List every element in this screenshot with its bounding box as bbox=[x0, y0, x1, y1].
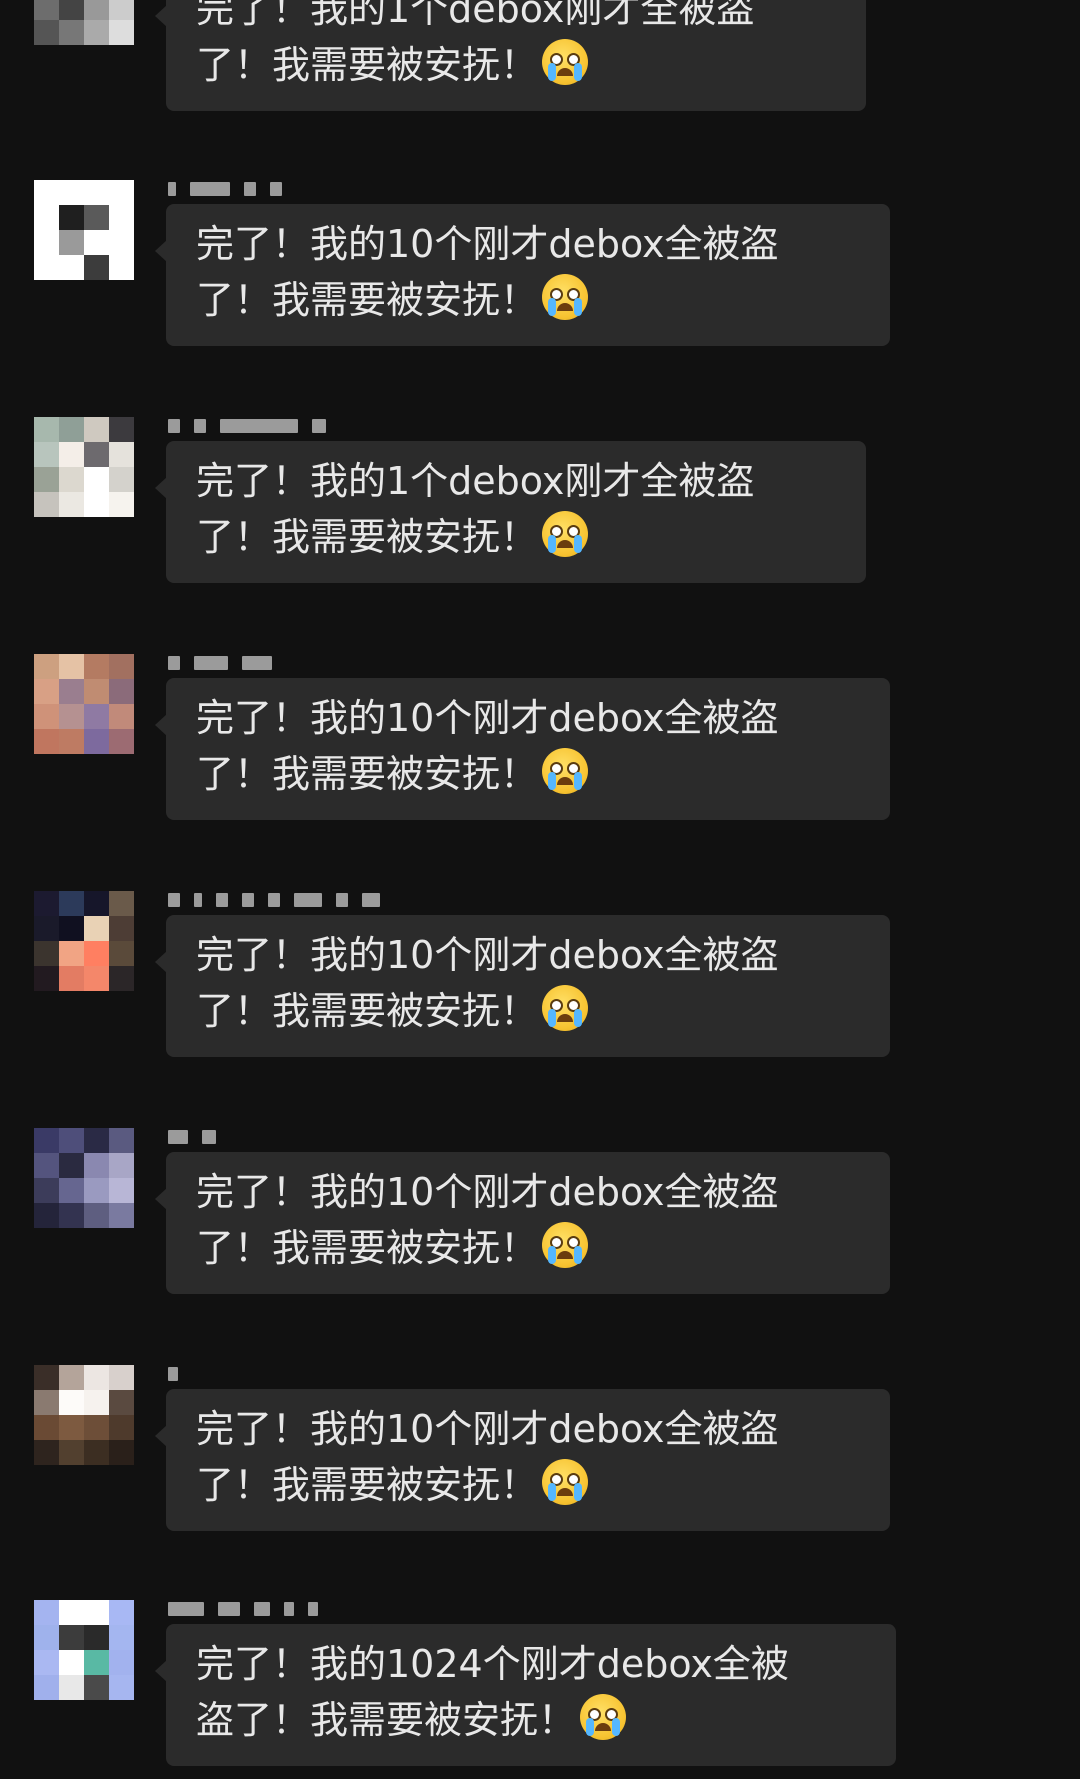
chat-message: 完了！我的10个刚才debox全被盗 了！我需要被安抚！ bbox=[0, 1365, 1080, 1602]
crying-face-icon bbox=[542, 1459, 589, 1505]
crying-face-icon bbox=[542, 274, 589, 320]
sender-name-blurred bbox=[168, 1363, 178, 1385]
crying-face-icon bbox=[542, 985, 589, 1031]
chat-message-list[interactable]: 完了！我的1个debox刚才全被盗 了！我需要被安抚！ 完了！我的10个刚才debo… bbox=[0, 0, 1080, 1779]
crying-face-icon bbox=[542, 511, 589, 557]
message-bubble[interactable]: 完了！我的1024个刚才debox全被 盗了！我需要被安抚！ bbox=[155, 1624, 896, 1766]
message-text-line-1: 完了！我的1个debox刚才全被盗 bbox=[196, 459, 755, 503]
sender-name-blurred bbox=[168, 1598, 318, 1620]
avatar[interactable] bbox=[34, 0, 134, 45]
message-bubble[interactable]: 完了！我的10个刚才debox全被盗 了！我需要被安抚！ bbox=[155, 1389, 890, 1531]
message-text: 了！我需要被安抚！ bbox=[196, 752, 539, 796]
message-text: 了！我需要被安抚！ bbox=[196, 1463, 539, 1507]
avatar[interactable] bbox=[34, 654, 134, 754]
message-text-line-1: 完了！我的10个刚才debox全被盗 bbox=[196, 933, 779, 977]
message-text: 了！我需要被安抚！ bbox=[196, 1226, 539, 1270]
message-bubble[interactable]: 完了！我的1个debox刚才全被盗了！我需要被安抚！ bbox=[155, 0, 866, 111]
message-text-line-2: 了！我需要被安抚！ bbox=[196, 1457, 862, 1513]
sender-name-blurred bbox=[168, 889, 380, 911]
message-bubble[interactable]: 完了！我的1个debox刚才全被盗 了！我需要被安抚！ bbox=[155, 441, 866, 583]
message-text: 了！我需要被安抚！ bbox=[196, 278, 539, 322]
message-bubble[interactable]: 完了！我的10个刚才debox全被盗 了！我需要被安抚！ bbox=[155, 915, 890, 1057]
chat-message: 完了！我的1个debox刚才全被盗 了！我需要被安抚！ bbox=[0, 417, 1080, 654]
message-text-line-2: 了！我需要被安抚！ bbox=[196, 746, 862, 802]
avatar[interactable] bbox=[34, 180, 134, 280]
message-text: 了！我需要被安抚！ bbox=[196, 989, 539, 1033]
crying-face-icon bbox=[542, 1222, 589, 1268]
sender-name-blurred bbox=[168, 415, 326, 437]
chat-message: 完了！我的1个debox刚才全被盗了！我需要被安抚！ bbox=[0, 0, 1080, 182]
message-text-line-2: 了！我需要被安抚！ bbox=[196, 509, 838, 565]
sender-name-blurred bbox=[168, 652, 272, 674]
message-text-line-1: 完了！我的10个刚才debox全被盗 bbox=[196, 222, 779, 266]
message-bubble[interactable]: 完了！我的10个刚才debox全被盗 了！我需要被安抚！ bbox=[155, 678, 890, 820]
message-text-line-2: 了！我需要被安抚！ bbox=[196, 37, 838, 93]
message-text: 了！我需要被安抚！ bbox=[196, 515, 539, 559]
avatar[interactable] bbox=[34, 1128, 134, 1228]
avatar[interactable] bbox=[34, 891, 134, 991]
message-text-line-1: 完了！我的10个刚才debox全被盗 bbox=[196, 1407, 779, 1451]
message-text-line-2: 盗了！我需要被安抚！ bbox=[196, 1692, 868, 1748]
chat-message: 完了！我的10个刚才debox全被盗 了！我需要被安抚！ bbox=[0, 1128, 1080, 1365]
crying-face-icon bbox=[542, 39, 589, 85]
crying-face-icon bbox=[580, 1694, 627, 1740]
avatar[interactable] bbox=[34, 417, 134, 517]
sender-name-blurred bbox=[168, 1126, 216, 1148]
message-text-line-1: 完了！我的1024个刚才debox全被 bbox=[196, 1642, 789, 1686]
message-text: 盗了！我需要被安抚！ bbox=[196, 1698, 577, 1742]
message-bubble[interactable]: 完了！我的10个刚才debox全被盗 了！我需要被安抚！ bbox=[155, 204, 890, 346]
avatar[interactable] bbox=[34, 1365, 134, 1465]
message-bubble[interactable]: 完了！我的10个刚才debox全被盗 了！我需要被安抚！ bbox=[155, 1152, 890, 1294]
message-text-line-1: 完了！我的10个刚才debox全被盗 bbox=[196, 696, 779, 740]
chat-message: 完了！我的10个刚才debox全被盗 了！我需要被安抚！ bbox=[0, 180, 1080, 417]
chat-message: 完了！我的10个刚才debox全被盗 了！我需要被安抚！ bbox=[0, 654, 1080, 891]
message-text: 了！我需要被安抚！ bbox=[196, 43, 539, 87]
message-text-line-1: 完了！我的10个刚才debox全被盗 bbox=[196, 1170, 779, 1214]
sender-name-blurred bbox=[168, 178, 282, 200]
message-text-line-2: 了！我需要被安抚！ bbox=[196, 983, 862, 1039]
message-text-line-2: 了！我需要被安抚！ bbox=[196, 272, 862, 328]
chat-message: 完了！我的1024个刚才debox全被 盗了！我需要被安抚！ bbox=[0, 1600, 1080, 1779]
avatar[interactable] bbox=[34, 1600, 134, 1700]
message-text-line-2: 了！我需要被安抚！ bbox=[196, 1220, 862, 1276]
chat-message: 完了！我的10个刚才debox全被盗 了！我需要被安抚！ bbox=[0, 891, 1080, 1128]
message-text-line-1: 完了！我的1个debox刚才全被盗 bbox=[196, 0, 755, 31]
crying-face-icon bbox=[542, 748, 589, 794]
